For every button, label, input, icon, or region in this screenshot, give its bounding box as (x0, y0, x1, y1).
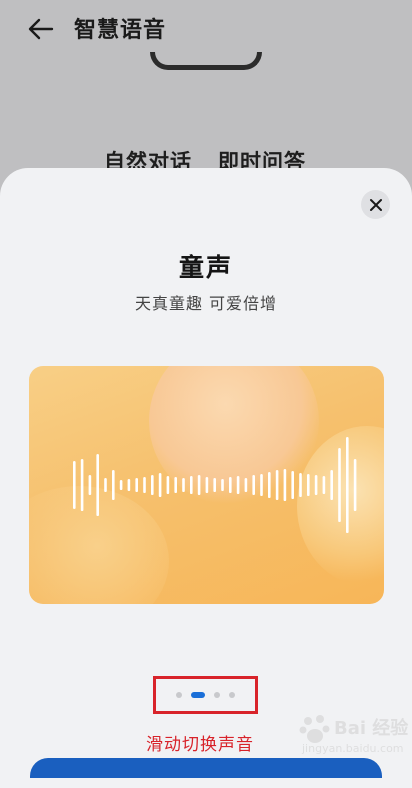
wave-bar (112, 470, 115, 500)
wave-bar (213, 478, 216, 492)
wave-bar (252, 475, 255, 495)
swipe-hint: 滑动切换声音 (146, 735, 254, 755)
wave-bar (338, 448, 341, 522)
page-dot (214, 692, 220, 698)
watermark-logo: Bai 经验 jingyan.baidu.com (296, 712, 412, 762)
page-dot (176, 692, 182, 698)
wave-bar (236, 476, 240, 494)
wave-bar (268, 472, 271, 498)
wave-bar (174, 477, 177, 493)
wave-bar (283, 469, 287, 501)
wave-bar (88, 475, 92, 495)
wave-bar (73, 461, 76, 509)
voice-description: 天真童趣 可爱倍增 (134, 294, 278, 313)
wave-bar (314, 475, 318, 495)
wave-bar (166, 476, 170, 494)
close-button[interactable] (361, 190, 390, 219)
wave-bar (190, 476, 193, 494)
wave-bar (158, 473, 162, 497)
wave-bar (299, 473, 302, 497)
wave-bar (275, 470, 279, 500)
page-title: 智慧语音 (74, 18, 167, 43)
paw-icon (299, 715, 330, 743)
wave-bar (353, 459, 357, 511)
wave-bar (96, 454, 99, 516)
wave-bar (104, 478, 107, 492)
voice-preview-card[interactable] (29, 366, 384, 604)
page-indicator[interactable] (153, 676, 258, 714)
close-icon (369, 198, 382, 211)
wave-bar (135, 478, 138, 492)
arrow-left-icon[interactable] (26, 14, 56, 44)
wave-bar (322, 476, 326, 494)
watermark-url: jingyan.baidu.com (302, 742, 404, 755)
page-dot (191, 692, 205, 698)
wave-bar (127, 479, 131, 491)
wave-bar (244, 478, 248, 492)
wave-bar (80, 459, 84, 511)
wave-bar (260, 474, 263, 496)
wave-bar (221, 479, 224, 491)
app-bar: 智慧语音 (0, 0, 412, 60)
wave-bar (291, 471, 294, 499)
watermark-text: Bai 经验 (334, 718, 409, 739)
wave-bar (182, 478, 185, 492)
wave-bar (330, 470, 333, 500)
sound-wave-icon (73, 437, 357, 533)
wave-bar (307, 474, 310, 496)
wave-bar (229, 477, 232, 493)
voice-name: 童声 (178, 253, 233, 282)
wave-bar (346, 437, 349, 533)
wave-bar (151, 475, 154, 495)
wave-bar (197, 475, 201, 495)
wave-bar (205, 477, 209, 493)
device-illustration (150, 52, 262, 70)
wave-bar (143, 477, 146, 493)
wave-bar (119, 480, 123, 490)
page-dot (229, 692, 235, 698)
